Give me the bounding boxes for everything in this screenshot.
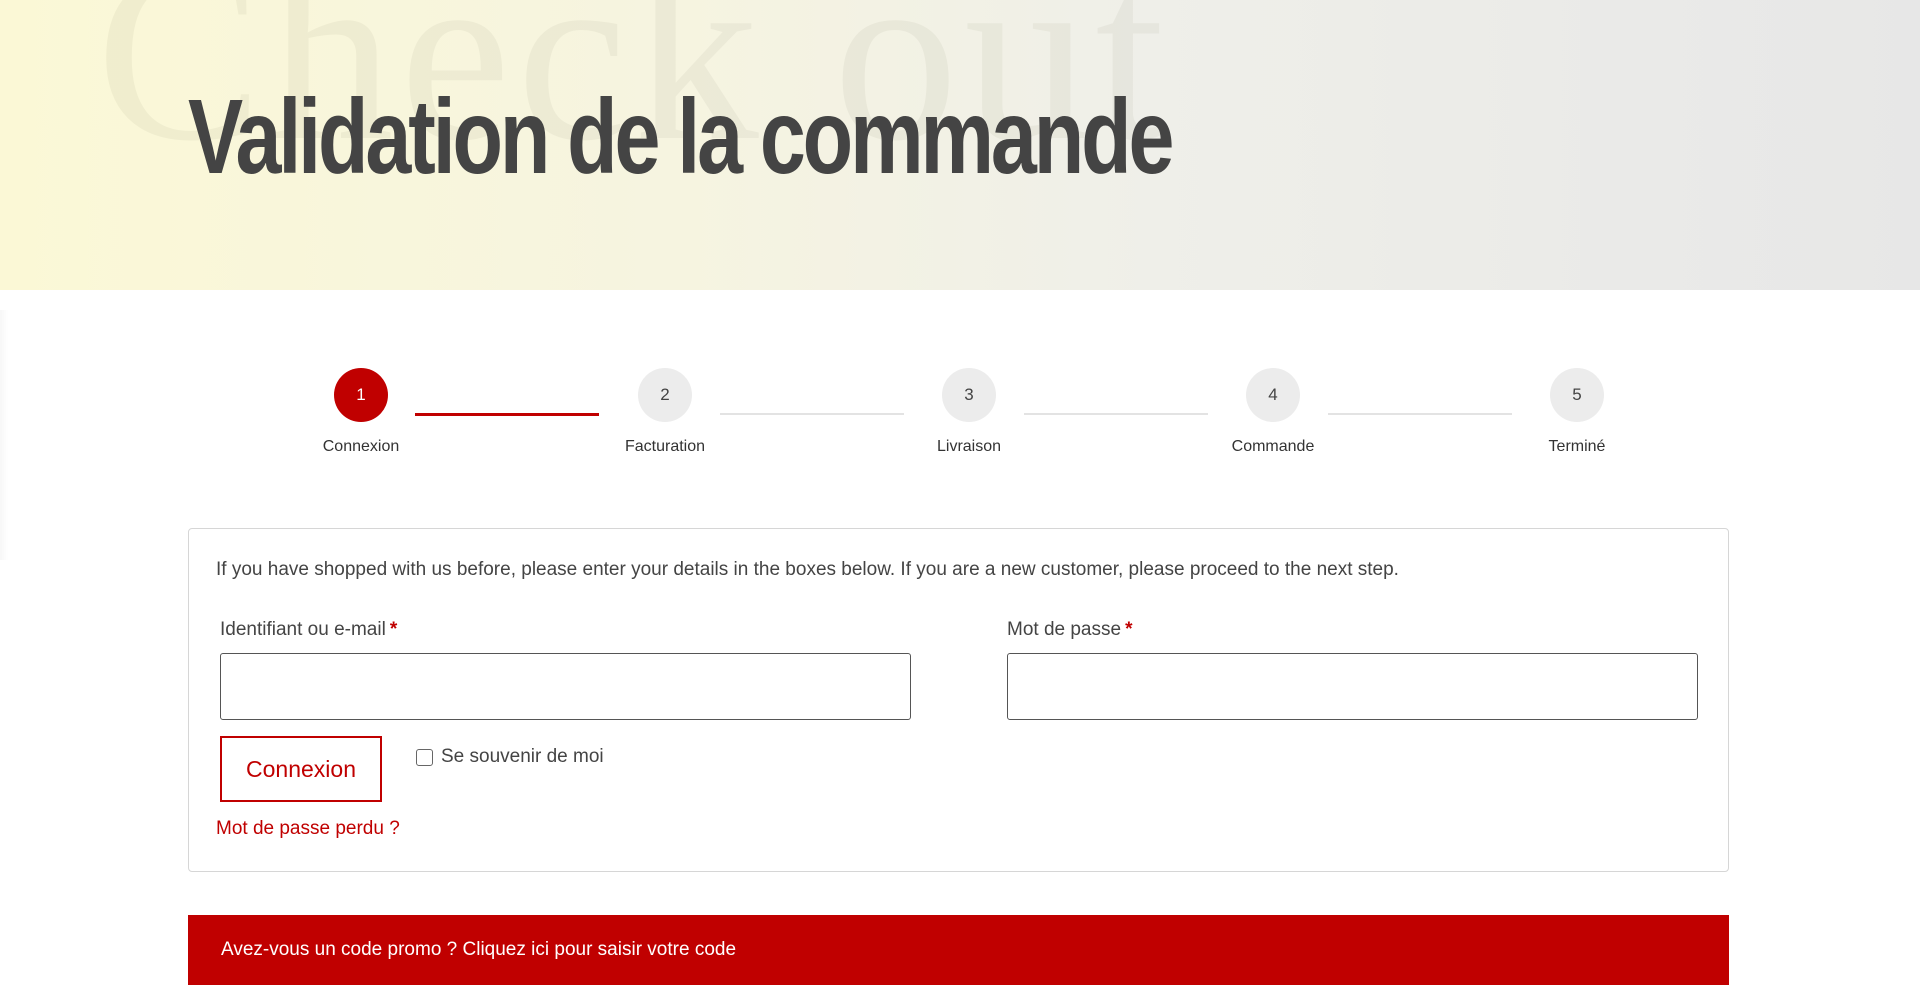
step-connector xyxy=(1328,413,1512,415)
step-label: Connexion xyxy=(322,438,400,455)
step-connexion[interactable]: 1 Connexion xyxy=(291,368,431,456)
required-marker: * xyxy=(389,619,398,640)
step-number-circle: 4 xyxy=(1246,368,1300,422)
password-label: Mot de passe * xyxy=(1007,619,1132,641)
remember-me-label[interactable]: Se souvenir de moi xyxy=(441,746,604,768)
step-label: Facturation xyxy=(624,438,706,455)
username-label-text: Identifiant ou e-mail xyxy=(220,619,386,640)
password-label-text: Mot de passe xyxy=(1007,619,1122,640)
step-connector xyxy=(1024,413,1208,415)
required-marker: * xyxy=(1125,619,1133,640)
login-intro-text: If you have shopped with us before, plea… xyxy=(216,559,1399,580)
remember-me-checkbox[interactable] xyxy=(416,748,433,766)
step-facturation[interactable]: 2 Facturation xyxy=(595,368,735,456)
step-connector xyxy=(720,413,904,415)
step-label: Commande xyxy=(1231,438,1315,455)
step-livraison[interactable]: 3 Livraison xyxy=(899,368,1039,456)
login-button[interactable]: Connexion xyxy=(220,736,382,802)
page-title: Validation de la commande xyxy=(188,78,1174,196)
step-number-circle: 3 xyxy=(942,368,996,422)
step-label: Terminé xyxy=(1548,438,1606,455)
step-number-circle: 2 xyxy=(638,368,692,422)
checkout-steps: 1 Connexion 2 Facturation 3 Livraison 4 … xyxy=(0,368,1920,468)
login-card: If you have shopped with us before, plea… xyxy=(188,528,1729,872)
step-number-circle: 1 xyxy=(334,368,388,422)
step-commande[interactable]: 4 Commande xyxy=(1203,368,1343,456)
lost-password-link[interactable]: Mot de passe perdu ? xyxy=(216,818,400,840)
username-label: Identifiant ou e-mail * xyxy=(220,619,397,641)
page-hero: Check out Validation de la commande xyxy=(0,0,1920,290)
remember-me[interactable]: Se souvenir de moi xyxy=(416,746,604,768)
username-input[interactable] xyxy=(220,653,911,720)
step-label: Livraison xyxy=(936,438,1002,455)
promo-code-text[interactable]: Avez-vous un code promo ? Cliquez ici po… xyxy=(221,939,736,961)
step-termine[interactable]: 5 Terminé xyxy=(1507,368,1647,456)
promo-code-bar[interactable]: Avez-vous un code promo ? Cliquez ici po… xyxy=(188,915,1729,985)
step-connector-active xyxy=(415,413,599,416)
password-input[interactable] xyxy=(1007,653,1698,720)
step-number-circle: 5 xyxy=(1550,368,1604,422)
